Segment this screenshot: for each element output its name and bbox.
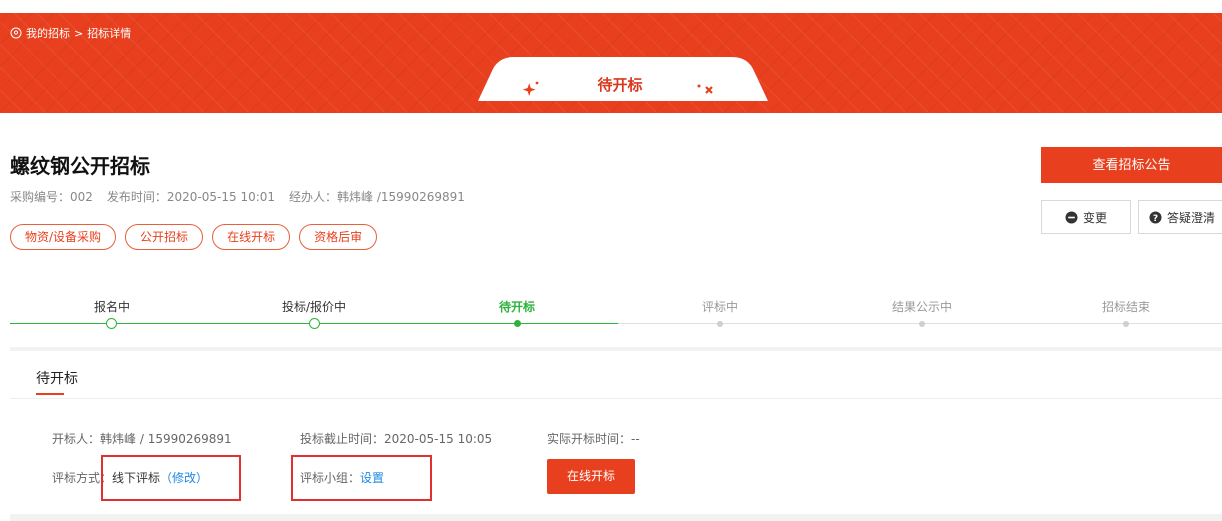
tag-opening-method: 在线开标 xyxy=(212,224,291,250)
minus-circle-icon xyxy=(1065,211,1078,223)
highlight-box-eval-method xyxy=(101,455,241,501)
deadline-field: 投标截止时间：2020-05-15 10:05 xyxy=(300,430,492,447)
actual-opening-label: 实际开标时间： xyxy=(547,432,632,446)
highlight-box-eval-group xyxy=(291,455,432,501)
opener-field: 开标人：韩炜峰 / 15990269891 xyxy=(52,430,232,447)
online-opening-button[interactable]: 在线开标 xyxy=(547,459,635,494)
actual-opening-value: -- xyxy=(631,432,640,446)
breadcrumb-current: 招标详情 xyxy=(87,27,132,40)
tab-pending-opening[interactable]: 待开标 xyxy=(36,368,78,388)
qa-button-label: 答疑澄清 xyxy=(1167,210,1216,225)
view-notice-button[interactable]: 查看招标公告 xyxy=(1041,147,1222,183)
step-label-result-publicity: 结果公示中 xyxy=(891,300,952,314)
step-dot-evaluation xyxy=(717,321,723,327)
deadline-label: 投标截止时间： xyxy=(300,432,385,446)
step-label-finished: 招标结束 xyxy=(1101,300,1150,314)
step-dot-registration xyxy=(106,318,117,329)
step-dot-pending-opening xyxy=(514,320,521,327)
change-button-label: 变更 xyxy=(1082,210,1107,225)
qa-clarification-button[interactable]: ? 答疑澄清 xyxy=(1138,200,1222,234)
tab-active-indicator xyxy=(36,393,64,395)
sparkle-icon xyxy=(697,84,713,94)
change-button[interactable]: 变更 xyxy=(1041,200,1131,234)
actual-opening-field: 实际开标时间：-- xyxy=(547,430,640,447)
step-dot-finished xyxy=(1123,321,1129,327)
panel-divider xyxy=(10,398,1222,399)
tender-meta: 采购编号：002 发布时间：2020-05-15 10:01 经办人：韩炜峰 /… xyxy=(10,188,465,205)
step-label-bidding: 投标/报价中 xyxy=(281,300,347,314)
opener-label: 开标人： xyxy=(52,432,101,446)
location-pin-icon xyxy=(10,27,22,39)
breadcrumb-root-link[interactable]: 我的招标 xyxy=(26,25,70,41)
step-label-pending-opening: 待开标 xyxy=(498,300,535,314)
question-circle-icon: ? xyxy=(1149,211,1162,224)
breadcrumb: 我的招标 > 招标详情 xyxy=(10,25,131,41)
tag-list: 物资/设备采购 公开招标 在线开标 资格后审 xyxy=(10,224,378,250)
handler-info: 经办人：韩炜峰 /15990269891 xyxy=(289,190,465,204)
publish-time: 发布时间：2020-05-15 10:01 xyxy=(106,190,276,204)
status-tab-label: 待开标 xyxy=(597,76,643,94)
svg-text:?: ? xyxy=(1153,214,1158,224)
tag-tender-method: 公开招标 xyxy=(125,224,204,250)
step-label-evaluation: 评标中 xyxy=(701,300,738,314)
purchase-number: 采购编号：002 xyxy=(10,190,93,204)
deadline-value: 2020-05-15 10:05 xyxy=(384,432,493,446)
step-label-registration: 报名中 xyxy=(93,300,130,314)
tag-qualification: 资格后审 xyxy=(299,224,378,250)
tag-procurement-type: 物资/设备采购 xyxy=(10,224,117,250)
sparkle-icon xyxy=(522,81,539,96)
step-dot-bidding xyxy=(309,318,320,329)
opener-value: 韩炜峰 / 15990269891 xyxy=(100,432,232,446)
step-dot-result-publicity xyxy=(919,321,925,327)
breadcrumb-separator: > xyxy=(74,26,84,40)
page-title: 螺纹钢公开招标 xyxy=(10,154,150,178)
